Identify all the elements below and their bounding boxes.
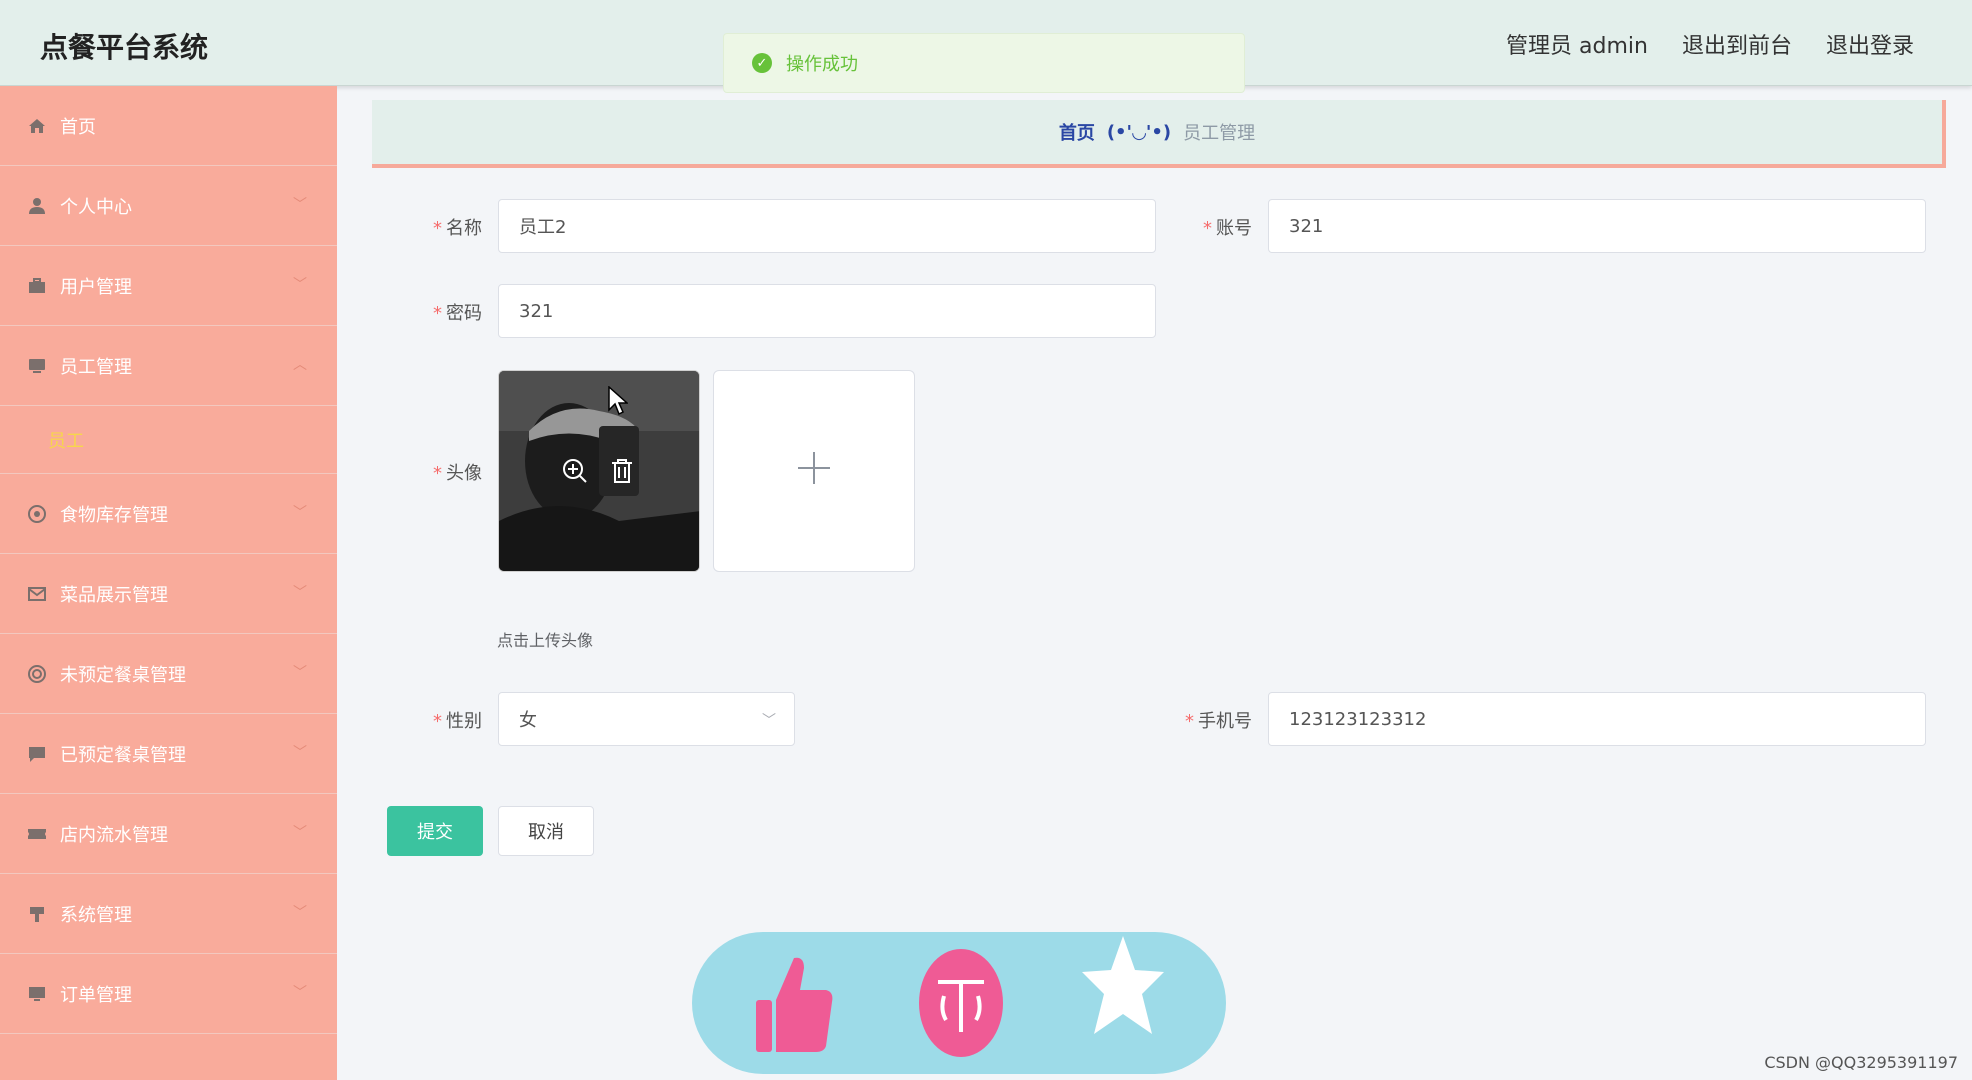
sidebar-item-label: 未预定餐桌管理 — [60, 664, 186, 686]
name-label: * 名称 — [400, 214, 482, 240]
required-mark: * — [433, 218, 442, 239]
watermark: CSDN @QQ3295391197 — [1764, 1053, 1958, 1072]
sidebar-item-reserved-tables[interactable]: 已预定餐桌管理 ﹀ — [0, 714, 337, 794]
breadcrumb: 首页 (•'◡'•) 员工管理 — [372, 100, 1946, 168]
exit-to-front-link[interactable]: 退出到前台 — [1682, 28, 1792, 60]
chevron-down-icon: ﹀ — [293, 585, 307, 601]
password-label: * 密码 — [400, 299, 482, 325]
delete-icon[interactable] — [609, 457, 635, 485]
avatar-label-text: 头像 — [446, 463, 482, 484]
chevron-down-icon: ﹀ — [293, 905, 307, 921]
required-mark: * — [433, 303, 442, 324]
chevron-down-icon: ﹀ — [293, 505, 307, 521]
submit-button[interactable]: 提交 — [387, 806, 483, 856]
sidebar-item-label: 用户管理 — [60, 276, 132, 298]
name-input[interactable] — [498, 199, 1156, 253]
account-input[interactable] — [1268, 199, 1926, 253]
coin-icon[interactable] — [918, 948, 1004, 1062]
upload-hint: 点击上传头像 — [497, 631, 594, 650]
required-mark: * — [1185, 711, 1194, 732]
sidebar-item-unreserved-tables[interactable]: 未预定餐桌管理 ﹀ — [0, 634, 337, 714]
logout-link[interactable]: 退出登录 — [1826, 28, 1914, 60]
floating-action-bar — [692, 932, 1226, 1074]
name-label-text: 名称 — [446, 218, 482, 239]
chevron-down-icon: ﹀ — [293, 197, 307, 213]
breadcrumb-current: 员工管理 — [1183, 123, 1256, 144]
required-mark: * — [433, 711, 442, 732]
chevron-down-icon: ﹀ — [293, 277, 307, 293]
sidebar-item-system-management[interactable]: 系统管理 ﹀ — [0, 874, 337, 954]
toast-message: 操作成功 — [786, 54, 858, 75]
chevron-down-icon: ﹀ — [293, 665, 307, 681]
sidebar-item-label: 店内流水管理 — [60, 824, 168, 846]
sidebar-item-label: 菜品展示管理 — [60, 584, 168, 606]
gender-select[interactable]: 女 — [498, 692, 795, 746]
sidebar-item-label: 已预定餐桌管理 — [60, 744, 186, 766]
home-icon — [26, 115, 48, 137]
admin-user-label[interactable]: 管理员 admin — [1506, 28, 1648, 60]
sidebar-item-dish-display[interactable]: 菜品展示管理 ﹀ — [0, 554, 337, 634]
plus-icon — [796, 446, 832, 497]
briefcase-icon — [26, 275, 48, 297]
phone-input[interactable] — [1268, 692, 1926, 746]
required-mark: * — [433, 463, 442, 484]
account-label: * 账号 — [1170, 214, 1252, 240]
sidebar-item-home[interactable]: 首页 — [0, 86, 337, 166]
sidebar-item-label: 系统管理 — [60, 904, 132, 926]
sidebar-item-user-management[interactable]: 用户管理 ﹀ — [0, 246, 337, 326]
podium-icon — [26, 903, 48, 925]
sidebar-item-label: 订单管理 — [60, 984, 132, 1006]
mail-icon — [26, 583, 48, 605]
desktop-icon — [26, 983, 48, 1005]
sidebar-item-order-management[interactable]: 订单管理 ﹀ — [0, 954, 337, 1034]
password-label-text: 密码 — [446, 303, 482, 324]
upload-add-button[interactable] — [713, 370, 915, 572]
password-input[interactable] — [498, 284, 1156, 338]
chevron-down-icon: ﹀ — [762, 713, 776, 729]
avatar-thumbnail[interactable] — [498, 370, 700, 572]
sidebar-subitem-staff[interactable]: 员工 — [0, 406, 337, 474]
chevron-down-icon: ﹀ — [293, 745, 307, 761]
user-icon — [26, 195, 48, 217]
sidebar-item-staff-management[interactable]: 员工管理 ︿ — [0, 326, 337, 406]
gender-selected-value: 女 — [519, 710, 537, 731]
chevron-down-icon: ﹀ — [293, 985, 307, 1001]
chevron-up-icon: ︿ — [293, 357, 307, 373]
lifebuoy-icon — [26, 663, 48, 685]
brand-title: 点餐平台系统 — [40, 31, 209, 64]
sidebar: 首页 个人中心 ﹀ 用户管理 ﹀ 员工管理 ︿ 员工 食物库存管理 ﹀ 菜品展示… — [0, 86, 337, 1080]
sidebar-item-store-flow[interactable]: 店内流水管理 ﹀ — [0, 794, 337, 874]
zoom-in-icon[interactable] — [561, 457, 589, 485]
sidebar-item-label: 员工管理 — [60, 356, 132, 378]
target-icon — [26, 503, 48, 525]
check-circle-icon: ✓ — [752, 53, 772, 73]
thumbs-up-icon[interactable] — [754, 952, 834, 1060]
sidebar-item-personal-center[interactable]: 个人中心 ﹀ — [0, 166, 337, 246]
cancel-button[interactable]: 取消 — [498, 806, 594, 856]
breadcrumb-separator: (•'◡'•) — [1106, 121, 1172, 143]
chat-icon — [26, 743, 48, 765]
header-links: 管理员 admin 退出到前台 退出登录 — [1506, 28, 1914, 60]
gender-label: * 性别 — [400, 707, 482, 733]
success-toast: ✓ 操作成功 — [723, 33, 1245, 93]
sidebar-item-food-inventory[interactable]: 食物库存管理 ﹀ — [0, 474, 337, 554]
phone-label: * 手机号 — [1150, 707, 1252, 733]
avatar-label: * 头像 — [400, 459, 482, 485]
account-label-text: 账号 — [1216, 218, 1252, 239]
sidebar-item-label: 个人中心 — [60, 196, 132, 218]
monitor-icon — [26, 355, 48, 377]
star-icon[interactable] — [1080, 934, 1166, 1042]
required-mark: * — [1203, 218, 1212, 239]
sidebar-item-label: 食物库存管理 — [60, 504, 168, 526]
mouse-cursor-icon — [608, 385, 629, 420]
sidebar-item-label: 首页 — [60, 116, 96, 138]
breadcrumb-home[interactable]: 首页 — [1059, 119, 1095, 145]
phone-label-text: 手机号 — [1198, 711, 1252, 732]
chevron-down-icon: ﹀ — [293, 825, 307, 841]
ticket-icon — [26, 823, 48, 845]
gender-label-text: 性别 — [446, 711, 482, 732]
